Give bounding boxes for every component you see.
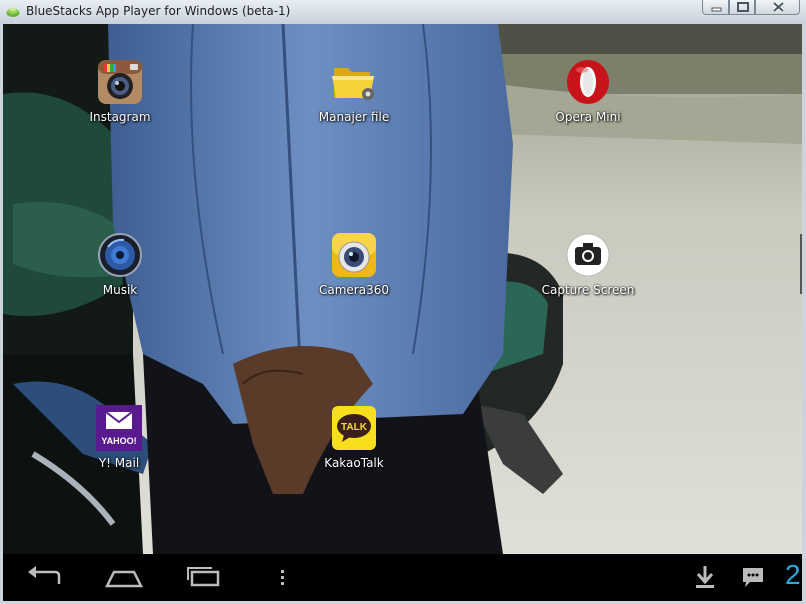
app-y-mail[interactable]: YAHOO! Y! Mail bbox=[59, 404, 179, 470]
app-camera360[interactable]: Camera360 bbox=[294, 231, 414, 297]
app-label: Musik bbox=[102, 283, 138, 297]
maximize-icon bbox=[737, 2, 749, 12]
minimize-button[interactable] bbox=[702, 0, 729, 15]
kakaotalk-icon: TALK bbox=[332, 406, 376, 450]
nav-edge-text: 2 bbox=[785, 559, 801, 590]
folder-icon bbox=[332, 68, 374, 100]
android-nav-bar: 2 bbox=[3, 554, 802, 601]
app-musik[interactable]: Musik bbox=[60, 231, 180, 297]
app-label: KakaoTalk bbox=[324, 456, 384, 470]
chat-icon[interactable] bbox=[740, 562, 766, 592]
window-title: BlueStacks App Player for Windows (beta-… bbox=[26, 4, 291, 18]
speaker-icon bbox=[98, 233, 142, 277]
yahoo-mail-icon: YAHOO! bbox=[96, 405, 142, 451]
window-frame-right bbox=[802, 24, 806, 604]
app-kakaotalk[interactable]: TALK KakaoTalk bbox=[294, 404, 414, 470]
camera-icon bbox=[566, 233, 610, 277]
app-label: Camera360 bbox=[319, 283, 389, 297]
minimize-icon bbox=[711, 7, 722, 12]
app-label: Instagram bbox=[89, 110, 151, 124]
bluestacks-logo-icon bbox=[6, 7, 20, 17]
app-label: Opera Mini bbox=[555, 110, 621, 124]
close-icon bbox=[772, 1, 785, 13]
instagram-icon bbox=[98, 60, 142, 104]
maximize-button[interactable] bbox=[729, 0, 755, 15]
camera360-icon bbox=[332, 233, 376, 277]
recent-apps-icon[interactable] bbox=[184, 562, 224, 592]
app-label: Manajer file bbox=[318, 110, 390, 124]
app-opera-mini[interactable]: Opera Mini bbox=[528, 58, 648, 124]
yahoo-badge: YAHOO! bbox=[101, 436, 136, 446]
app-label: Capture Screen bbox=[541, 283, 635, 297]
close-button[interactable] bbox=[755, 0, 800, 15]
app-manajer-file[interactable]: Manajer file bbox=[294, 58, 414, 124]
edge-scroll-indicator bbox=[800, 234, 802, 294]
title-bar[interactable]: BlueStacks App Player for Windows (beta-… bbox=[0, 0, 806, 25]
kakao-badge: TALK bbox=[341, 422, 368, 433]
android-screen[interactable]: Instagram Manajer file Opera Mini Musik bbox=[3, 24, 802, 601]
download-icon[interactable] bbox=[693, 562, 717, 592]
app-capture-screen[interactable]: Capture Screen bbox=[528, 231, 648, 297]
back-icon[interactable] bbox=[23, 562, 63, 592]
menu-icon[interactable] bbox=[275, 562, 291, 592]
home-icon[interactable] bbox=[104, 562, 144, 592]
app-instagram[interactable]: Instagram bbox=[60, 58, 180, 124]
opera-icon bbox=[567, 60, 609, 104]
app-label: Y! Mail bbox=[98, 456, 140, 470]
